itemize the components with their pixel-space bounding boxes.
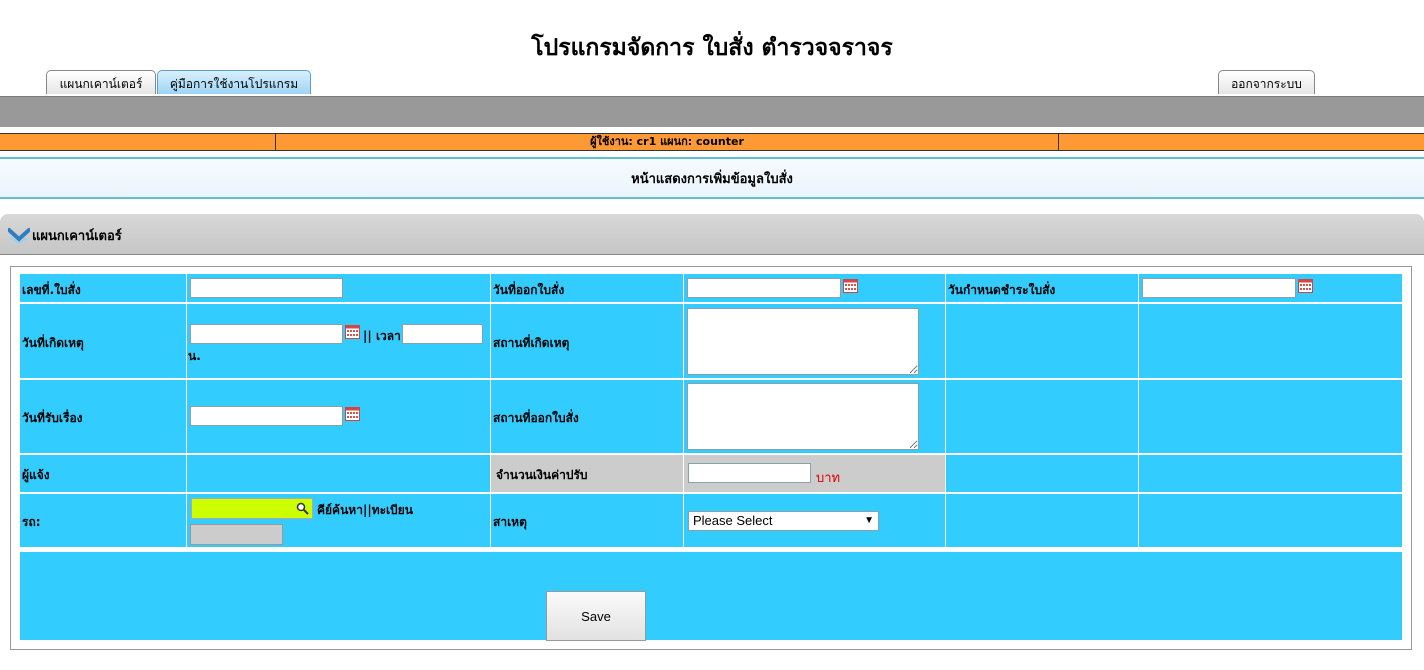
- calendar-icon[interactable]: [345, 407, 360, 421]
- grid-cell: [1139, 455, 1402, 492]
- grid-cell: [187, 455, 490, 492]
- cause-select-value: Please Select: [693, 513, 773, 528]
- issue-place-label: สถานที่ออกใบสั่ง: [493, 411, 579, 425]
- issue-date-input[interactable]: [687, 278, 841, 298]
- form-footer: [20, 552, 1402, 640]
- calendar-icon[interactable]: [843, 279, 858, 293]
- fine-label: จำนวนเงินค่าปรับ: [496, 468, 588, 482]
- page-heading: หน้าแสดงการเพิ่มข้อมูลใบสั่ง: [0, 157, 1424, 199]
- grid-cell: [1139, 380, 1402, 453]
- chevron-down-icon: ▼: [864, 515, 874, 526]
- tab-user-manual[interactable]: คู่มือการใช้งานโปรแกรม: [157, 70, 311, 94]
- grid-cell: [946, 304, 1138, 378]
- vehicle-search-input[interactable]: [191, 498, 313, 519]
- save-button[interactable]: Save: [546, 591, 646, 641]
- user-info-text: ผู้ใช้งาน: cr1 แผนก: counter: [590, 135, 744, 148]
- due-date-label: วันกำหนดชำระใบสั่ง: [948, 283, 1056, 297]
- time-label: || เวลา: [363, 329, 401, 343]
- vehicle-plate-field[interactable]: [190, 524, 283, 545]
- cause-label: สาเหตุ: [493, 515, 527, 529]
- user-info-bar: ผู้ใช้งาน: cr1 แผนก: counter: [0, 133, 1424, 151]
- ticket-no-input[interactable]: [190, 278, 343, 298]
- nav-bar: [0, 96, 1424, 127]
- tab-user-manual-label: คู่มือการใช้งานโปรแกรม: [169, 77, 299, 91]
- grid-cell: [946, 380, 1138, 453]
- vehicle-label: รถ:: [22, 515, 41, 529]
- chevron-down-icon: [8, 228, 30, 244]
- logout-tab[interactable]: ออกจากระบบ: [1218, 70, 1315, 94]
- grid-cell: [1139, 304, 1402, 378]
- incident-date-input[interactable]: [190, 324, 343, 344]
- due-date-input[interactable]: [1142, 278, 1296, 298]
- section-header[interactable]: แผนกเคาน์เตอร์: [0, 214, 1424, 255]
- grid-cell: [946, 455, 1138, 492]
- incident-place-textarea[interactable]: [687, 308, 919, 375]
- tab-counter-label: แผนกเคาน์เตอร์: [59, 77, 143, 91]
- grid-cell: [20, 494, 186, 547]
- calendar-icon[interactable]: [345, 325, 360, 339]
- user-bar-divider: [1058, 134, 1059, 150]
- fine-unit-label: บาท: [816, 471, 841, 486]
- logout-label: ออกจากระบบ: [1231, 77, 1302, 91]
- reporter-label: ผู้แจ้ง: [22, 468, 50, 482]
- incident-time-input[interactable]: [402, 324, 483, 344]
- issue-date-label: วันที่ออกใบสั่ง: [493, 283, 565, 297]
- calendar-icon[interactable]: [1298, 279, 1313, 293]
- tab-counter[interactable]: แผนกเคาน์เตอร์: [46, 70, 156, 94]
- search-icon[interactable]: [296, 502, 309, 515]
- issue-place-textarea[interactable]: [687, 383, 919, 450]
- time-unit-label: น.: [188, 349, 201, 363]
- received-date-input[interactable]: [190, 406, 343, 426]
- cause-select[interactable]: Please Select ▼: [688, 511, 879, 531]
- received-date-label: วันที่รับเรื่อง: [22, 411, 83, 425]
- ticket-no-label: เลขที่.ใบสั่ง: [22, 283, 81, 297]
- app-title: โปรแกรมจัดการ ใบสั่ง ตำรวจจราจร: [531, 35, 893, 61]
- grid-cell: [946, 494, 1138, 547]
- grid-cell: [1139, 494, 1402, 547]
- fine-amount-input[interactable]: [688, 463, 811, 483]
- incident-place-label: สถานที่เกิดเหตุ: [493, 336, 570, 350]
- vehicle-search-hint: คีย์ค้นหา||ทะเบียน: [317, 503, 414, 517]
- section-title: แผนกเคาน์เตอร์: [32, 229, 122, 244]
- incident-date-label: วันที่เกิดเหตุ: [22, 336, 84, 350]
